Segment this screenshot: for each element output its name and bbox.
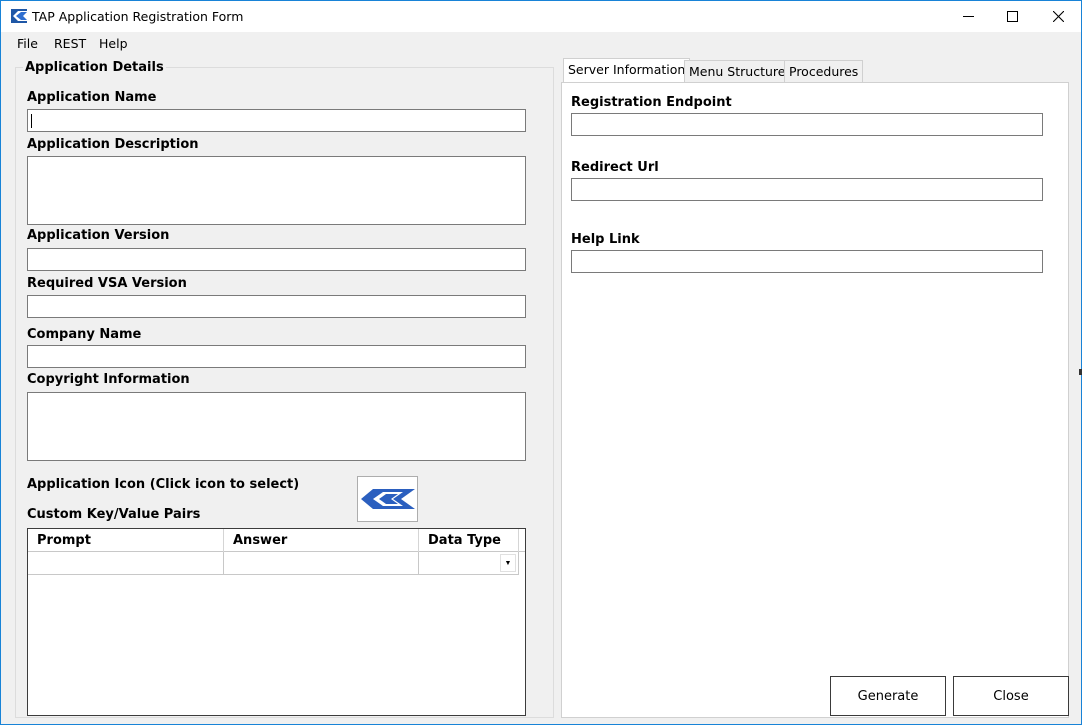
help-link-label: Help Link bbox=[571, 232, 640, 247]
company-name-label: Company Name bbox=[27, 327, 142, 342]
tab-menu-structure[interactable]: Menu Structure bbox=[684, 60, 791, 82]
app-name-label: Application Name bbox=[27, 90, 157, 105]
generate-button[interactable]: Generate bbox=[830, 676, 946, 716]
dropdown-arrow-icon[interactable]: ▼ bbox=[500, 554, 516, 572]
grid-header: Prompt Answer Data Type bbox=[28, 529, 525, 552]
app-version-input[interactable] bbox=[27, 248, 526, 271]
close-icon bbox=[1052, 10, 1064, 22]
app-logo-icon bbox=[360, 489, 415, 509]
menu-help[interactable]: Help bbox=[99, 36, 128, 51]
tap-app-icon bbox=[10, 8, 28, 24]
app-window: TAP Application Registration Form File R… bbox=[0, 0, 1082, 725]
maximize-icon bbox=[1006, 10, 1018, 22]
minimize-button[interactable] bbox=[945, 1, 991, 31]
tab-procedures[interactable]: Procedures bbox=[784, 60, 864, 82]
menu-bar: File REST Help bbox=[1, 32, 1081, 56]
window-title: TAP Application Registration Form bbox=[32, 9, 244, 24]
copyright-label: Copyright Information bbox=[27, 372, 190, 387]
kv-pairs-label: Custom Key/Value Pairs bbox=[27, 507, 201, 522]
vsa-version-label: Required VSA Version bbox=[27, 276, 187, 291]
close-button[interactable]: Close bbox=[953, 676, 1069, 716]
redirect-url-input[interactable] bbox=[571, 178, 1043, 201]
copyright-input[interactable] bbox=[27, 392, 526, 461]
grid-cell-prompt[interactable] bbox=[28, 552, 224, 575]
menu-file[interactable]: File bbox=[17, 36, 38, 51]
grid-header-data-type[interactable]: Data Type bbox=[419, 529, 519, 552]
close-window-button[interactable] bbox=[1035, 1, 1081, 31]
application-details-title: Application Details bbox=[23, 60, 166, 75]
grid-header-answer[interactable]: Answer bbox=[224, 529, 419, 552]
minimize-icon bbox=[962, 15, 974, 17]
text-caret bbox=[31, 114, 32, 128]
app-version-label: Application Version bbox=[27, 228, 170, 243]
grid-header-prompt[interactable]: Prompt bbox=[28, 529, 224, 552]
app-icon-picker[interactable] bbox=[357, 476, 418, 522]
app-name-input[interactable] bbox=[27, 109, 526, 132]
kv-pairs-grid[interactable]: Prompt Answer Data Type ▼ bbox=[27, 528, 526, 716]
company-name-input[interactable] bbox=[27, 345, 526, 368]
grid-cell-answer[interactable] bbox=[224, 552, 419, 575]
app-description-label: Application Description bbox=[27, 137, 199, 152]
maximize-button[interactable] bbox=[989, 1, 1035, 31]
title-bar[interactable]: TAP Application Registration Form bbox=[1, 1, 1081, 32]
grid-cell-data-type-dropdown[interactable]: ▼ bbox=[419, 552, 519, 575]
menu-rest[interactable]: REST bbox=[54, 36, 86, 51]
table-row: ▼ bbox=[28, 552, 519, 575]
app-description-input[interactable] bbox=[27, 156, 526, 225]
redirect-url-label: Redirect Url bbox=[571, 160, 659, 175]
tab-server-information[interactable]: Server Information bbox=[563, 58, 691, 82]
help-link-input[interactable] bbox=[571, 250, 1043, 273]
vsa-version-input[interactable] bbox=[27, 295, 526, 318]
app-icon-label: Application Icon (Click icon to select) bbox=[27, 477, 300, 492]
registration-endpoint-input[interactable] bbox=[571, 113, 1043, 136]
registration-endpoint-label: Registration Endpoint bbox=[571, 95, 732, 110]
